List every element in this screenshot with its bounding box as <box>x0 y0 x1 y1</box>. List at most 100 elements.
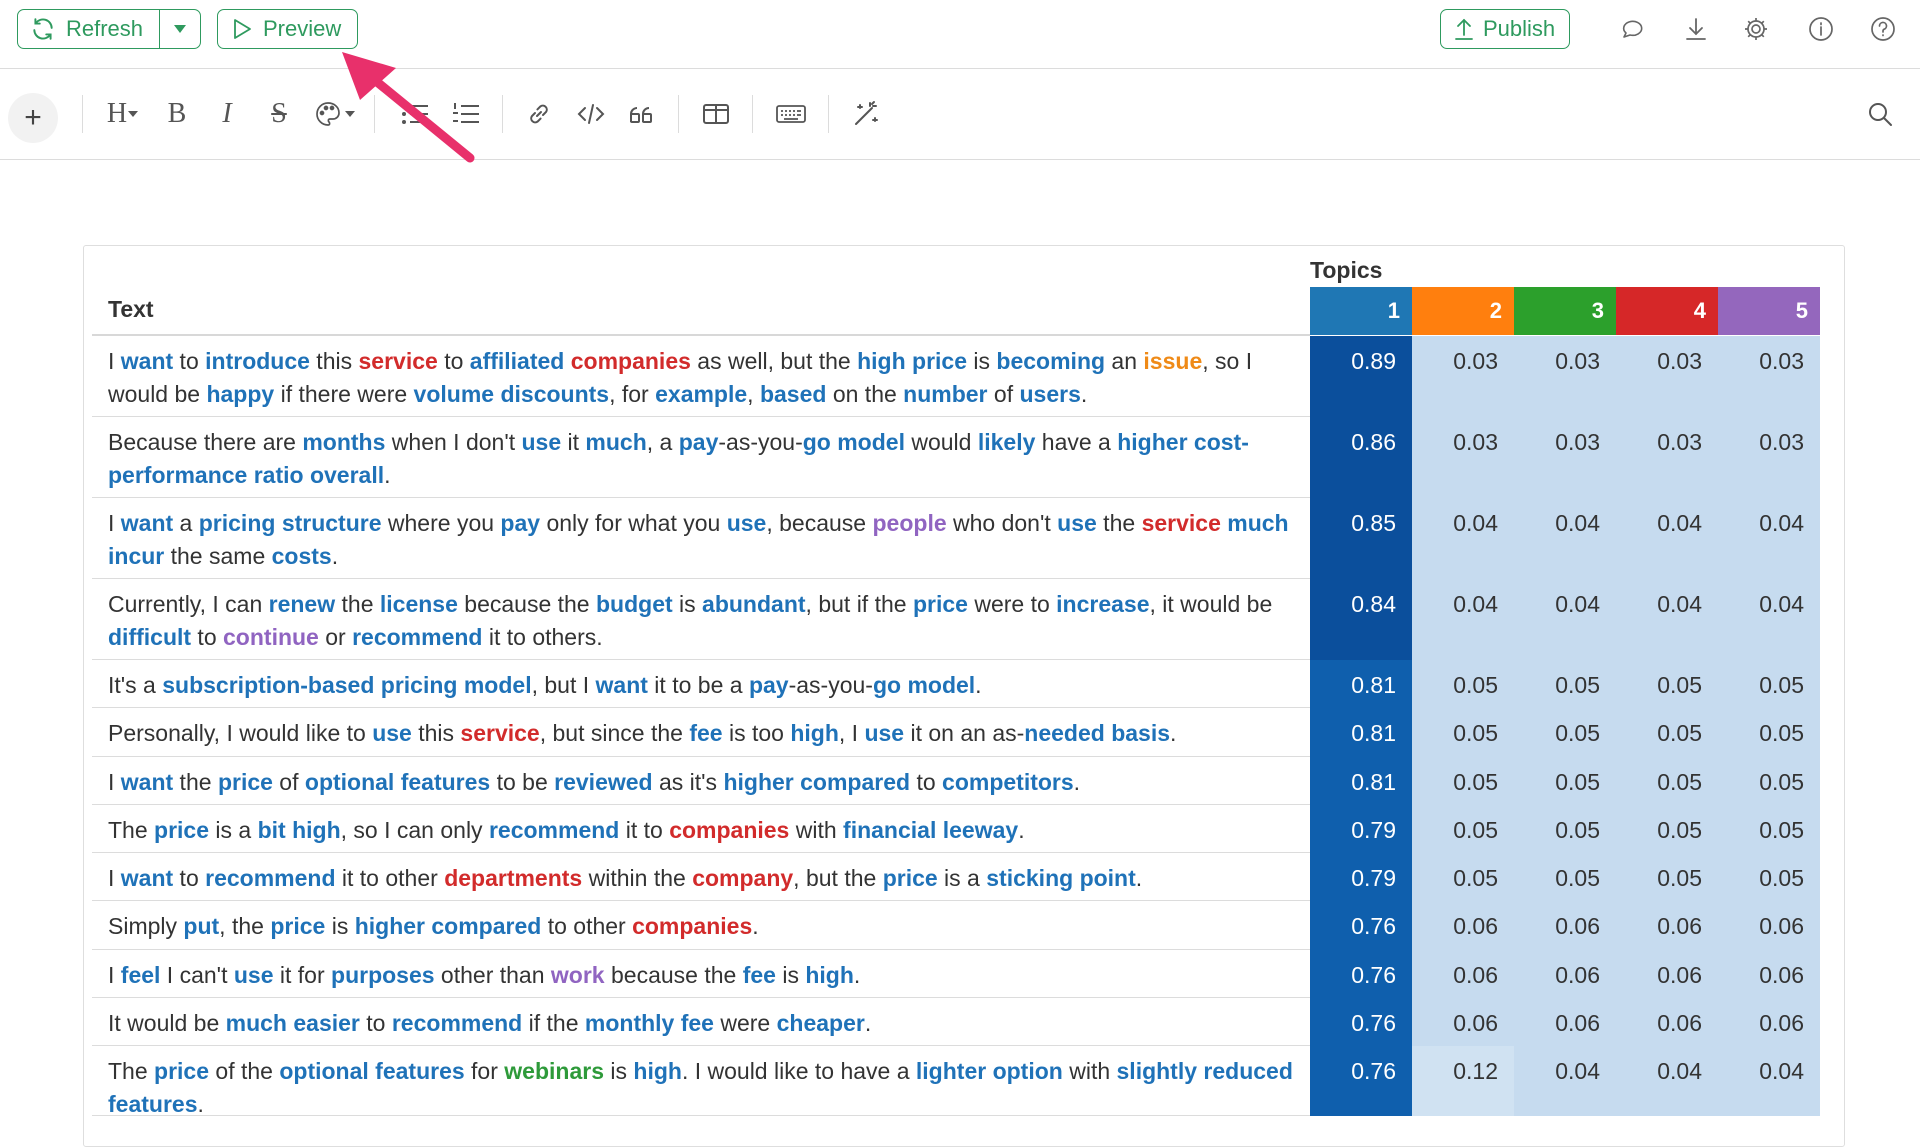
keyword: price <box>154 1058 210 1084</box>
keyword: high <box>292 817 341 843</box>
keyword: price <box>912 591 968 617</box>
topic-header-3: 3 <box>1514 287 1616 335</box>
link-button[interactable] <box>522 97 556 131</box>
keyword: based <box>759 381 827 407</box>
info-icon[interactable] <box>1806 14 1836 44</box>
play-icon <box>234 19 251 39</box>
publish-button[interactable]: Publish <box>1440 9 1570 49</box>
text-segment: it to others. <box>482 624 603 650</box>
refresh-dropdown-button[interactable] <box>160 10 200 48</box>
split-view-button[interactable] <box>698 97 734 131</box>
keyword: costs <box>271 543 332 569</box>
text-segment: only for what you <box>540 510 727 536</box>
settings-icon[interactable] <box>1741 14 1771 44</box>
text-segment: the same <box>164 543 272 569</box>
topic-1-score: 0.81 <box>1310 708 1412 757</box>
keyword: features <box>108 1091 198 1117</box>
topic-3-score: 0.04 <box>1514 498 1616 579</box>
keyword: months <box>302 429 386 455</box>
keyword: price <box>882 865 938 891</box>
text-segment: I <box>108 510 121 536</box>
keyword: go <box>872 672 902 698</box>
keyword: recommend <box>488 817 620 843</box>
keyword: fee <box>742 962 776 988</box>
table-row: The price is a bit high, so I can only r… <box>92 805 1820 853</box>
keyword: recommend <box>391 1010 523 1036</box>
keyword: use <box>521 429 562 455</box>
comment-icon[interactable] <box>1618 14 1648 44</box>
text-segment: . <box>197 1091 204 1117</box>
text-segment: Simply <box>108 913 184 939</box>
keyword: becoming <box>996 348 1106 374</box>
topic-1-score: 0.76 <box>1310 1046 1412 1116</box>
code-button[interactable] <box>573 97 609 131</box>
keyword: high <box>790 720 839 746</box>
keyword: subscription-based <box>162 672 375 698</box>
top-bar: Refresh Preview Publish <box>0 0 1920 69</box>
topic-5-score: 0.03 <box>1718 417 1820 498</box>
row-text: I want the price of optional features to… <box>108 757 1298 799</box>
keyword: financial <box>843 817 937 843</box>
text-segment: Personally, I would like to <box>108 720 373 746</box>
keyword: put <box>183 913 220 939</box>
topic-4-score: 0.05 <box>1616 805 1718 853</box>
columns-icon <box>703 104 729 124</box>
topic-3-score: 0.06 <box>1514 950 1616 998</box>
table-row: I want to recommend it to other departme… <box>92 853 1820 901</box>
table-row: Simply put, the price is higher compared… <box>92 901 1820 950</box>
topic-3-score: 0.05 <box>1514 853 1616 901</box>
keyword: much <box>585 429 647 455</box>
help-icon[interactable] <box>1868 14 1898 44</box>
text-segment: to be <box>490 769 555 795</box>
text-segment: is <box>604 1058 634 1084</box>
text-segment: , <box>747 381 760 407</box>
table-row: I want to introduce this service to affi… <box>92 336 1820 417</box>
topic-5-score: 0.06 <box>1718 950 1820 998</box>
keyword: affiliated <box>469 348 565 374</box>
magic-wand-button[interactable] <box>848 97 884 131</box>
text-segment: . <box>1080 381 1088 407</box>
keyword: compared <box>431 913 542 939</box>
text-segment: , because <box>766 510 873 536</box>
annotation-arrow-icon <box>342 52 475 163</box>
quote-button[interactable] <box>624 97 660 131</box>
text-segment: of <box>272 769 305 795</box>
keyword: use <box>1057 510 1097 536</box>
italic-button[interactable]: I <box>210 97 244 131</box>
topic-2-score: 0.03 <box>1412 417 1514 498</box>
upload-icon <box>1455 18 1473 40</box>
text-segment: is <box>325 913 355 939</box>
topic-5-score: 0.06 <box>1718 998 1820 1046</box>
row-text: Currently, I can renew the license becau… <box>108 579 1298 654</box>
strikethrough-button[interactable]: S <box>262 97 296 131</box>
search-button[interactable] <box>1862 97 1898 131</box>
heading-button[interactable]: H <box>100 97 146 131</box>
text-segment: I <box>108 348 121 374</box>
keyword: license <box>379 591 458 617</box>
table-row: I want a pricing structure where you pay… <box>92 498 1820 579</box>
topic-3-score: 0.04 <box>1514 579 1616 660</box>
download-icon[interactable] <box>1681 14 1711 44</box>
topic-4-score: 0.04 <box>1616 498 1718 579</box>
keyboard-shortcuts-button[interactable] <box>772 97 810 131</box>
bold-button[interactable]: B <box>160 97 194 131</box>
text-segment: . <box>331 543 339 569</box>
text-segment: , but if the <box>805 591 913 617</box>
topic-2-score: 0.05 <box>1412 805 1514 853</box>
keyword: pay <box>748 672 789 698</box>
text-segment: . <box>1018 817 1025 843</box>
text-segment: when I don't <box>385 429 522 455</box>
topic-header-1: 1 <box>1310 287 1412 335</box>
text-segment: The <box>108 1058 155 1084</box>
text-segment: , I <box>838 720 865 746</box>
topic-3-score: 0.05 <box>1514 708 1616 757</box>
text-segment: would <box>904 429 978 455</box>
keyword: service <box>358 348 438 374</box>
add-block-button[interactable]: + <box>8 93 58 143</box>
text-segment: it on an as- <box>904 720 1025 746</box>
refresh-button[interactable]: Refresh <box>18 10 160 48</box>
text-segment: if there were <box>274 381 414 407</box>
topic-5-score: 0.05 <box>1718 805 1820 853</box>
keyword: ratio <box>253 462 304 488</box>
keyword: competitors <box>942 769 1074 795</box>
